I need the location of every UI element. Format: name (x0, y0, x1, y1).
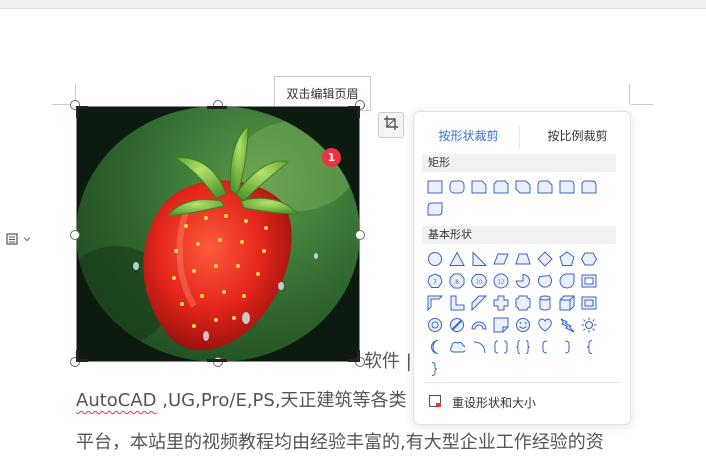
snip-corner-rectangle-shape[interactable] (468, 176, 490, 198)
body-text-line: 软件 | (364, 351, 412, 372)
margin-guide (629, 84, 630, 104)
panel-divider (424, 382, 620, 383)
body-text-line: 平台，本站里的视频教程均由经验丰富的,有大型企业工作经验的资 (76, 432, 604, 453)
arc-shape[interactable] (468, 336, 490, 358)
no-symbol-shape[interactable] (446, 314, 468, 336)
left-bracket-shape[interactable] (534, 336, 556, 358)
reset-shape-label: 重设形状和大小 (452, 395, 537, 410)
can-shape[interactable] (534, 292, 556, 314)
crop-corner-marker[interactable] (76, 106, 79, 118)
half-frame-shape[interactable] (424, 292, 446, 314)
reset-shape-and-size-button[interactable]: 重设形状和大小 (428, 392, 536, 412)
sun-shape[interactable] (578, 314, 600, 336)
chord-shape[interactable] (534, 270, 556, 292)
margin-guide (631, 104, 653, 105)
cube-shape[interactable] (556, 292, 578, 314)
notification-badge: 1 (322, 148, 341, 167)
trapezoid-shape[interactable] (512, 248, 534, 270)
smiley-face-shape[interactable] (512, 314, 534, 336)
right-triangle-shape[interactable] (468, 248, 490, 270)
crop-mode-tabs: 按形状裁剪 按比例裁剪 (414, 122, 632, 150)
donut-shape[interactable] (424, 314, 446, 336)
double-brace-shape[interactable] (512, 336, 534, 358)
round-same-side-rectangle-shape[interactable] (578, 176, 600, 198)
right-brace-shape[interactable] (424, 358, 446, 380)
diamond-shape[interactable] (534, 248, 556, 270)
double-bracket-shape[interactable] (490, 336, 512, 358)
heptagon-shape[interactable]: 7 (424, 270, 446, 292)
resize-handle[interactable] (355, 230, 365, 240)
spell-error-word[interactable]: AutoCAD (76, 390, 157, 411)
toolbar-strip (0, 0, 706, 9)
reset-shape-icon (428, 393, 444, 412)
tab-divider (519, 126, 520, 148)
l-shape[interactable] (446, 292, 468, 314)
lightning-bolt-shape[interactable] (556, 314, 578, 336)
crop-shape-panel: 按形状裁剪 按比例裁剪 矩形 基本形状 7 8 10 12 重设形状和大小 (413, 111, 631, 425)
heart-shape[interactable] (534, 314, 556, 336)
round-single-corner-rectangle-shape[interactable] (556, 176, 578, 198)
layout-options-button[interactable] (4, 228, 40, 250)
strawberry-image[interactable] (76, 106, 360, 362)
crop-corner-marker[interactable] (357, 350, 360, 362)
left-brace-shape[interactable] (578, 336, 600, 358)
svg-text:12: 12 (498, 280, 504, 286)
tab-crop-by-shape[interactable]: 按形状裁剪 (414, 122, 523, 150)
bevel-shape[interactable] (578, 292, 600, 314)
triangle-shape[interactable] (446, 248, 468, 270)
moon-shape[interactable] (424, 336, 446, 358)
cloud-shape[interactable] (446, 336, 468, 358)
snip-diagonal-rectangle-shape[interactable] (512, 176, 534, 198)
section-title-rectangle: 矩形 (422, 154, 616, 172)
basic-shapes-grid: 7 8 10 12 (424, 248, 600, 380)
folded-corner-shape[interactable] (490, 314, 512, 336)
snip-round-rectangle-shape[interactable] (534, 176, 556, 198)
diagonal-stripe-shape[interactable] (468, 292, 490, 314)
decagon-shape[interactable]: 10 (468, 270, 490, 292)
body-text-line: AutoCAD ,UG,Pro/E,PS,天正建筑等各类 (76, 386, 407, 412)
crop-corner-marker[interactable] (357, 106, 360, 118)
pie-shape[interactable] (512, 270, 534, 292)
teardrop-shape[interactable] (556, 270, 578, 292)
plaque-shape[interactable] (512, 292, 534, 314)
tab-crop-by-ratio[interactable]: 按比例裁剪 (523, 122, 632, 150)
pentagon-shape[interactable] (556, 248, 578, 270)
section-title-basic-shapes: 基本形状 (422, 226, 616, 244)
svg-text:8: 8 (455, 279, 459, 286)
dodecagon-shape[interactable]: 12 (490, 270, 512, 292)
hexagon-shape[interactable] (578, 248, 600, 270)
chevron-down-icon (22, 234, 32, 244)
crop-icon (383, 115, 399, 135)
block-arc-shape[interactable] (468, 314, 490, 336)
round-diagonal-rectangle-shape[interactable] (424, 198, 446, 220)
resize-handle[interactable] (70, 230, 80, 240)
circle-crop-area (76, 106, 360, 362)
document-editor: 双击编辑页眉 1 软件 | AutoCAD ,UG,Pro/E,PS,天正建筑等… (0, 0, 706, 467)
crop-edge-marker[interactable] (207, 106, 227, 109)
rounded-rectangle-shape[interactable] (446, 176, 468, 198)
octagon-shape[interactable]: 8 (446, 270, 468, 292)
text-wrap-icon (4, 231, 20, 247)
parallelogram-shape[interactable] (490, 248, 512, 270)
frame-shape[interactable] (578, 270, 600, 292)
svg-text:7: 7 (433, 279, 437, 286)
rectangle-shape[interactable] (424, 176, 446, 198)
crop-corner-marker[interactable] (76, 350, 79, 362)
crop-edge-marker[interactable] (207, 359, 227, 362)
rectangle-shapes-grid (424, 176, 600, 220)
right-bracket-shape[interactable] (556, 336, 578, 358)
oval-shape[interactable] (424, 248, 446, 270)
svg-text:10: 10 (476, 280, 482, 286)
strawberry-illustration (76, 121, 356, 351)
body-text-segment: ,UG,Pro/E,PS,天正建筑等各类 (156, 390, 407, 411)
snip-same-side-rectangle-shape[interactable] (490, 176, 512, 198)
crop-button[interactable] (378, 112, 404, 138)
cross-shape[interactable] (490, 292, 512, 314)
